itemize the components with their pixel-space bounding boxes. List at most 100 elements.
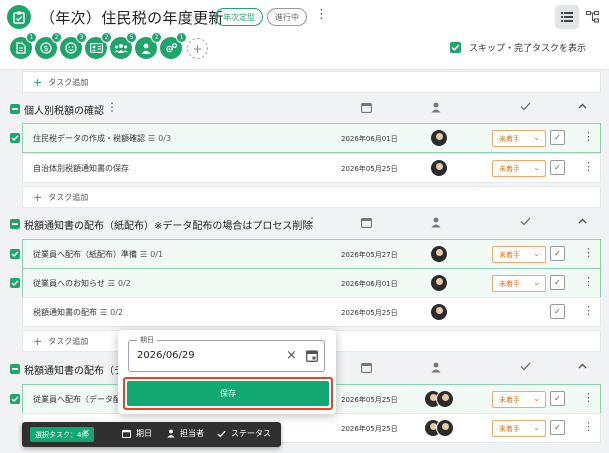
task-name[interactable]: 従業員へ配布（データ配: [33, 394, 121, 405]
table-row[interactable]: 従業員へのお知らせ ☰ 0/2 2026年06月01日 未着手 ⌄ ✓ ⋮: [22, 268, 601, 298]
close-icon[interactable]: ×: [82, 428, 90, 438]
complete-checkbox[interactable]: ✓: [550, 160, 565, 175]
calendar-picker-icon[interactable]: [306, 349, 318, 365]
group-menu-icon[interactable]: ⋮: [106, 100, 118, 114]
task-name[interactable]: 税額通知書の配布 ☰ 0/2: [33, 307, 123, 318]
complete-checkbox[interactable]: ✓: [550, 246, 565, 261]
task-name[interactable]: 自治体別税額通知書の保存: [33, 163, 129, 174]
plus-icon: +: [33, 334, 43, 348]
collapse-group-icon[interactable]: [10, 219, 20, 229]
table-row[interactable]: 住民税データの作成・税額確認 ☰ 0/3 2026年06月01日 未着手 ⌄ ✓ ⋮: [22, 123, 601, 153]
row-checkbox[interactable]: [10, 133, 20, 143]
due-date[interactable]: 2026年05月25日: [341, 424, 398, 434]
selected-tasks-chip[interactable]: 選択タスク：4件 ×: [30, 427, 94, 442]
check-icon: [520, 102, 531, 114]
due-date-label: 期日: [137, 335, 157, 345]
row-checkbox[interactable]: [10, 249, 20, 259]
due-date[interactable]: 2026年05月25日: [341, 164, 398, 174]
subtask-icon: ☰: [140, 250, 148, 259]
chevron-down-icon: ⌄: [533, 278, 540, 287]
chevron-up-icon[interactable]: [578, 217, 587, 227]
row-menu-icon[interactable]: ⋮: [583, 161, 594, 173]
due-date[interactable]: 2026年05月25日: [341, 308, 398, 318]
complete-checkbox[interactable]: ✓: [550, 391, 565, 406]
table-row[interactable]: 従業員へ配布（紙配布）準備 ☰ 0/1 2026年05月27日 未着手 ⌄ ✓ ⋮: [22, 239, 601, 269]
due-date[interactable]: 2026年05月25日: [341, 395, 398, 405]
avatar[interactable]: [436, 419, 454, 437]
status-select[interactable]: 未着手 ⌄: [492, 420, 546, 437]
svg-text:$: $: [43, 44, 48, 53]
avatar[interactable]: [430, 303, 448, 321]
status-select[interactable]: 未着手 ⌄: [492, 275, 546, 292]
plus-icon: +: [33, 190, 43, 204]
group-title: 税額通知書の配布（デ: [24, 366, 124, 377]
add-task-button[interactable]: + タスク追加: [22, 71, 601, 93]
row-checkbox[interactable]: [10, 278, 20, 288]
calendar-icon: [361, 362, 372, 376]
collapse-group-icon[interactable]: [10, 104, 20, 114]
due-date-value[interactable]: 2026/06/29: [137, 350, 195, 361]
chevron-up-icon[interactable]: [578, 362, 587, 372]
annual-tag[interactable]: 年次定型: [215, 8, 263, 26]
task-group-header: 個人別税額の確認 ⋮: [0, 99, 609, 121]
check-icon: [217, 430, 226, 437]
document-icon[interactable]: 1: [10, 32, 37, 59]
collapse-group-icon[interactable]: [10, 364, 20, 374]
close-icon[interactable]: ×: [286, 348, 297, 363]
checkbox-icon[interactable]: [450, 42, 461, 53]
row-menu-icon[interactable]: ⋮: [583, 276, 594, 288]
complete-checkbox[interactable]: ✓: [550, 130, 565, 145]
due-date[interactable]: 2026年06月01日: [341, 134, 398, 144]
row-menu-icon[interactable]: ⋮: [583, 131, 594, 143]
save-button[interactable]: 保存: [127, 381, 329, 406]
complete-checkbox[interactable]: ✓: [550, 275, 565, 290]
complete-checkbox[interactable]: ✓: [550, 420, 565, 435]
skip-toggle[interactable]: スキップ・完了タスクを表示: [450, 41, 586, 54]
table-row[interactable]: 税額通知書の配布 ☰ 0/2 2026年05月25日 ✓ ⋮: [22, 297, 601, 327]
list-view-icon[interactable]: [555, 5, 579, 29]
row-menu-icon[interactable]: ⋮: [583, 305, 594, 317]
avatar[interactable]: [430, 159, 448, 177]
avatar[interactable]: [436, 390, 454, 408]
row-menu-icon[interactable]: ⋮: [583, 247, 594, 259]
assignee-icon: [431, 362, 441, 376]
status-select[interactable]: 未着手 ⌄: [492, 160, 546, 177]
due-date[interactable]: 2026年05月27日: [341, 250, 398, 260]
row-menu-icon[interactable]: ⋮: [583, 421, 594, 433]
bulk-due-date-button[interactable]: 期日: [122, 428, 152, 439]
tree-view-icon[interactable]: [580, 5, 604, 29]
bulk-status-button[interactable]: ステータス: [217, 428, 271, 439]
group-icon[interactable]: 5: [110, 32, 137, 59]
due-date[interactable]: 2026年06月01日: [341, 279, 398, 289]
due-date-field[interactable]: 期日 2026/06/29 ×: [128, 335, 325, 372]
bulk-assignee-button[interactable]: 担当者: [167, 428, 204, 439]
group-menu-icon[interactable]: ⋮: [306, 215, 318, 229]
avatar[interactable]: [430, 274, 448, 292]
dollar-icon[interactable]: $ 2: [35, 32, 62, 59]
chevron-up-icon[interactable]: [578, 102, 587, 112]
task-name[interactable]: 住民税データの作成・税額確認 ☰ 0/3: [33, 133, 171, 144]
add-member-button[interactable]: +: [187, 38, 208, 59]
calendar-icon: [361, 102, 372, 116]
smile-icon[interactable]: 3: [60, 32, 87, 59]
more-options-icon[interactable]: ⋮: [315, 8, 328, 22]
row-menu-icon[interactable]: ⋮: [583, 392, 594, 404]
status-select[interactable]: 未着手 ⌄: [492, 246, 546, 263]
add-task-button[interactable]: + タスク追加: [22, 186, 601, 208]
complete-checkbox[interactable]: ✓: [550, 304, 565, 319]
status-select[interactable]: 未着手 ⌄: [492, 130, 546, 147]
gears-icon[interactable]: 1: [160, 32, 187, 59]
status-tag[interactable]: 進行中: [267, 8, 307, 26]
plus-icon: +: [33, 75, 43, 89]
task-group-header: 税額通知書の配布（紙配布）※データ配布の場合はプロセス削除 ⋮: [0, 214, 609, 236]
status-select[interactable]: 未着手 ⌄: [492, 391, 546, 408]
task-name[interactable]: 従業員へのお知らせ ☰ 0/2: [33, 278, 131, 289]
table-row[interactable]: 自治体別税額通知書の保存 2026年05月25日 未着手 ⌄ ✓ ⋮: [22, 153, 601, 183]
row-checkbox[interactable]: [10, 394, 20, 404]
person-icon[interactable]: 2: [135, 32, 162, 59]
subtask-icon: ☰: [107, 279, 116, 288]
task-name[interactable]: 従業員へ配布（紙配布）準備 ☰ 0/1: [33, 249, 163, 260]
avatar[interactable]: [430, 129, 448, 147]
avatar[interactable]: [430, 245, 448, 263]
id-card-icon[interactable]: 2: [85, 32, 112, 59]
